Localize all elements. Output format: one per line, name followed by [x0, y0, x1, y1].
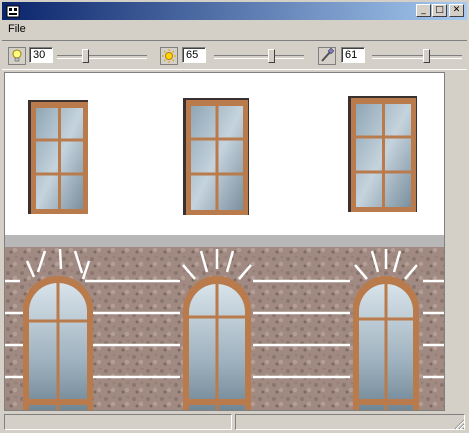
brush-icon[interactable]: [318, 47, 336, 65]
status-pane-left: [4, 414, 232, 430]
slider-thumb[interactable]: [423, 49, 430, 63]
upper-window-1: [28, 100, 88, 214]
slider-track: [372, 55, 462, 59]
toolbar: 30 65 61: [2, 40, 467, 70]
menu-bar: File: [2, 20, 467, 38]
lower-window-2: [183, 276, 251, 410]
title-bar[interactable]: _ □ ✕: [2, 2, 467, 20]
resize-grip-icon[interactable]: [453, 418, 465, 430]
slider-thumb[interactable]: [82, 49, 89, 63]
slider-track: [214, 55, 304, 59]
upper-window-3: [348, 96, 417, 212]
sun-intensity-slider[interactable]: [214, 47, 304, 65]
texture-intensity-input[interactable]: 61: [341, 47, 365, 63]
lower-window-3: [353, 276, 419, 410]
menu-file[interactable]: File: [8, 22, 26, 36]
upper-window-2: [183, 98, 249, 215]
maximize-button[interactable]: □: [432, 4, 447, 17]
status-bar: [2, 412, 467, 432]
light-intensity-slider[interactable]: [57, 47, 147, 65]
minimize-button[interactable]: _: [416, 4, 431, 17]
render-viewport[interactable]: [4, 72, 445, 411]
slider-track: [57, 55, 147, 59]
lightbulb-icon[interactable]: [8, 47, 26, 65]
sun-intensity-input[interactable]: 65: [182, 47, 206, 63]
light-intensity-input[interactable]: 30: [29, 47, 53, 63]
close-button[interactable]: ✕: [449, 4, 464, 17]
slider-thumb[interactable]: [268, 49, 275, 63]
cornice: [5, 235, 444, 247]
status-pane-right: [235, 414, 465, 430]
lower-window-1: [23, 276, 93, 410]
sun-icon[interactable]: [160, 47, 178, 65]
app-icon[interactable]: [5, 3, 21, 19]
texture-intensity-slider[interactable]: [372, 47, 462, 65]
facade-render: [5, 73, 444, 410]
app-window: _ □ ✕ File 30 65 61: [0, 0, 469, 433]
